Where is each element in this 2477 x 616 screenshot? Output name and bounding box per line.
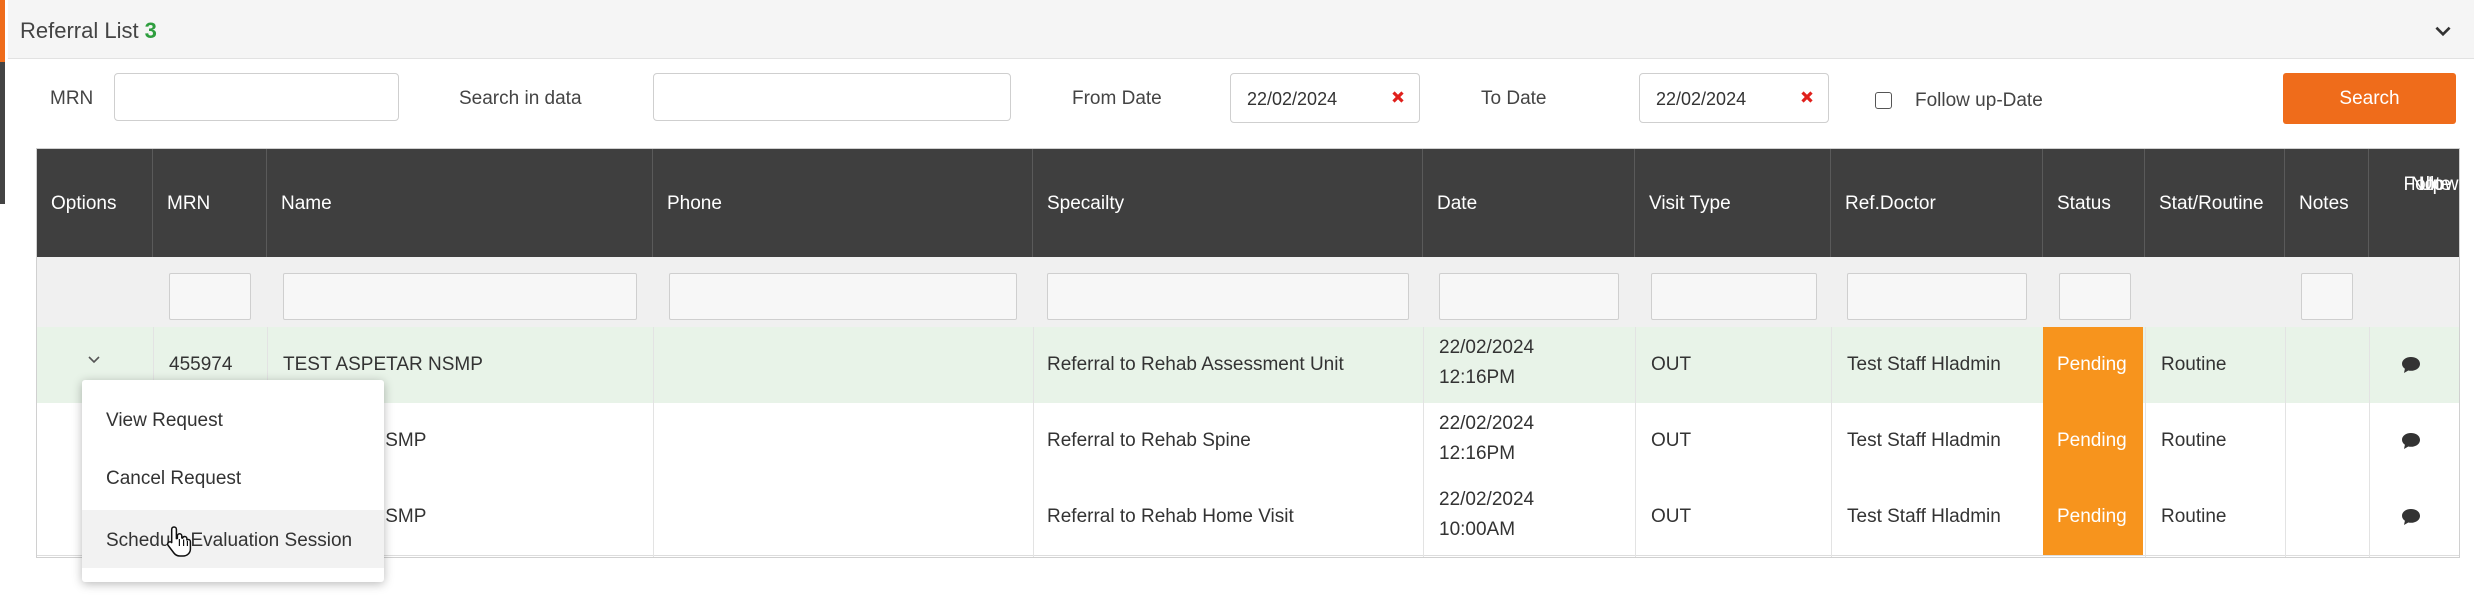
filter-status-input[interactable]	[2059, 273, 2131, 320]
menu-item-schedule-evaluation[interactable]: Schedule Evaluation Session	[82, 510, 384, 568]
table-row[interactable]: ETAR NSMP Referral to Rehab Home Visit 2…	[37, 479, 2459, 556]
header-status[interactable]: Status	[2043, 149, 2145, 257]
row-date: 22/02/2024	[1439, 489, 1535, 510]
search-in-data-label: Search in data	[459, 88, 582, 109]
search-in-data-input[interactable]	[653, 73, 1011, 121]
comment-icon[interactable]	[2401, 432, 2421, 450]
header-followup-note[interactable]: Follow Up Note	[2369, 149, 2459, 257]
table-row[interactable]: ETAR NSMP Referral to Rehab Spine 22/02/…	[37, 403, 2459, 480]
row-stat-routine: Routine	[2161, 430, 2227, 451]
row-stat-routine: Routine	[2161, 354, 2227, 375]
filter-visit-type-input[interactable]	[1651, 273, 1817, 320]
column-divider	[1831, 327, 1832, 557]
search-button[interactable]: Search	[2283, 73, 2456, 124]
filter-specialty-input[interactable]	[1047, 273, 1409, 320]
header-date[interactable]: Date	[1423, 149, 1635, 257]
panel-header[interactable]: Referral List 3	[8, 0, 2474, 59]
filter-date-input[interactable]	[1439, 273, 1619, 320]
column-divider	[1635, 327, 1636, 557]
row-time: 12:16PM	[1439, 367, 1516, 388]
panel-title-text: Referral List	[20, 18, 139, 43]
filter-phone-input[interactable]	[669, 273, 1017, 320]
filter-mrn-input[interactable]	[169, 273, 251, 320]
comment-icon[interactable]	[2401, 356, 2421, 374]
referral-count-badge: 3	[144, 18, 157, 43]
menu-item-view-request[interactable]: View Request	[82, 390, 384, 448]
header-options[interactable]: Options	[37, 149, 153, 257]
row-visit-type: OUT	[1651, 430, 1692, 451]
referral-table: Options MRN Name Phone Specailty Date Vi…	[36, 148, 2460, 558]
from-date-label: From Date	[1072, 88, 1162, 109]
row-ref-doctor: Test Staff Hladmin	[1847, 430, 2001, 451]
row-mrn: 455974	[169, 354, 233, 375]
panel-title: Referral List 3	[20, 18, 157, 44]
row-name: TEST ASPETAR NSMP	[283, 354, 483, 375]
column-divider	[653, 327, 654, 557]
header-specialty[interactable]: Specailty	[1033, 149, 1423, 257]
left-dark-bar	[0, 62, 5, 204]
close-icon[interactable]	[1798, 88, 1816, 106]
row-specialty: Referral to Rehab Spine	[1047, 430, 1251, 451]
menu-item-cancel-request[interactable]: Cancel Request	[82, 448, 384, 506]
row-options-menu: View Request Cancel Request Schedule Eva…	[82, 380, 384, 582]
header-ref-doctor[interactable]: Ref.Doctor	[1831, 149, 2043, 257]
chevron-down-icon[interactable]	[87, 355, 101, 365]
status-badge: Pending	[2043, 327, 2143, 403]
table-row[interactable]: 455974 TEST ASPETAR NSMP Referral to Reh…	[37, 327, 2459, 404]
to-date-value: 22/02/2024	[1656, 89, 1747, 109]
to-date-input[interactable]: 22/02/2024	[1639, 73, 1829, 123]
from-date-value: 22/02/2024	[1247, 89, 1338, 109]
row-specialty: Referral to Rehab Assessment Unit	[1047, 354, 1344, 375]
row-stat-routine: Routine	[2161, 506, 2227, 527]
header-notes[interactable]: Notes	[2285, 149, 2369, 257]
header-name[interactable]: Name	[267, 149, 653, 257]
from-date-input[interactable]: 22/02/2024	[1230, 73, 1420, 123]
row-date: 22/02/2024	[1439, 337, 1535, 358]
header-stat-routine[interactable]: Stat/Routine	[2145, 149, 2285, 257]
followup-date-label: Follow up-Date	[1915, 90, 2043, 111]
row-visit-type: OUT	[1651, 354, 1692, 375]
row-ref-doctor: Test Staff Hladmin	[1847, 506, 2001, 527]
table-header: Options MRN Name Phone Specailty Date Vi…	[37, 149, 2459, 257]
hand-pointer-icon	[166, 526, 192, 557]
row-date: 22/02/2024	[1439, 413, 1535, 434]
followup-date-checkbox[interactable]	[1875, 92, 1892, 109]
left-accent-bar	[0, 0, 5, 62]
row-time: 12:16PM	[1439, 443, 1516, 464]
mrn-label: MRN	[50, 88, 94, 109]
mrn-input[interactable]	[114, 73, 399, 121]
column-divider	[1423, 327, 1424, 557]
header-mrn[interactable]: MRN	[153, 149, 267, 257]
close-icon[interactable]	[1389, 88, 1407, 106]
header-visit-type[interactable]: Visit Type	[1635, 149, 1831, 257]
column-divider	[2145, 327, 2146, 557]
row-specialty: Referral to Rehab Home Visit	[1047, 506, 1294, 527]
column-divider	[2369, 327, 2370, 557]
row-visit-type: OUT	[1651, 506, 1692, 527]
filter-name-input[interactable]	[283, 273, 637, 320]
chevron-down-icon[interactable]	[2432, 20, 2454, 42]
column-divider	[1033, 327, 1034, 557]
to-date-label: To Date	[1481, 88, 1547, 109]
row-ref-doctor: Test Staff Hladmin	[1847, 354, 2001, 375]
header-phone[interactable]: Phone	[653, 149, 1033, 257]
column-divider	[2285, 327, 2286, 557]
filter-ref-doctor-input[interactable]	[1847, 273, 2027, 320]
row-time: 10:00AM	[1439, 519, 1516, 540]
status-badge: Pending	[2043, 403, 2143, 479]
column-filter-row	[37, 257, 2459, 328]
filter-notes-input[interactable]	[2301, 273, 2353, 320]
comment-icon[interactable]	[2401, 508, 2421, 526]
status-badge: Pending	[2043, 479, 2143, 555]
